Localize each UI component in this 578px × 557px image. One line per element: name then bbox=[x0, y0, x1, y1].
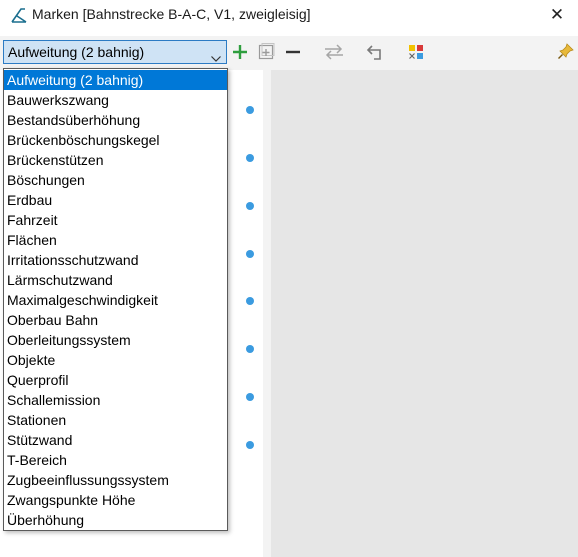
list-item[interactable]: Lärmschutzwand bbox=[4, 270, 227, 290]
undo-icon bbox=[366, 45, 381, 60]
window-title: Marken [Bahnstrecke B-A-C, V1, zweigleis… bbox=[32, 6, 311, 22]
marker-type-dropdown-list: Aufweitung (2 bahnig) Bauwerkszwang Best… bbox=[3, 68, 228, 531]
list-item[interactable]: Brückenböschungskegel bbox=[4, 130, 227, 150]
list-item[interactable]: Flächen bbox=[4, 230, 227, 250]
pin-button[interactable] bbox=[557, 42, 577, 62]
list-item[interactable]: Bauwerkszwang bbox=[4, 90, 227, 110]
remove-button[interactable] bbox=[283, 42, 303, 62]
add-icon bbox=[233, 45, 247, 59]
list-item[interactable]: Objekte bbox=[4, 350, 227, 370]
marker-type-combobox[interactable]: Aufweitung (2 bahnig) bbox=[3, 40, 227, 64]
add-button[interactable] bbox=[230, 42, 250, 62]
list-item-selected[interactable]: Aufweitung (2 bahnig) bbox=[4, 70, 227, 90]
pin-icon bbox=[558, 43, 574, 59]
marker-dot[interactable] bbox=[246, 297, 254, 305]
list-item[interactable]: Überhöhung bbox=[4, 510, 227, 530]
chevron-down-icon[interactable] bbox=[211, 49, 221, 67]
swap-button[interactable] bbox=[323, 42, 343, 62]
list-item[interactable]: Irritationsschutzwand bbox=[4, 250, 227, 270]
toolbar: Aufweitung (2 bahnig) bbox=[0, 36, 578, 70]
list-item[interactable]: Oberleitungssystem bbox=[4, 330, 227, 350]
panel-splitter[interactable] bbox=[263, 70, 271, 557]
undo-button[interactable] bbox=[365, 42, 385, 62]
list-item[interactable]: Maximalgeschwindigkeit bbox=[4, 290, 227, 310]
remove-icon bbox=[286, 50, 300, 54]
combobox-value: Aufweitung (2 bahnig) bbox=[8, 44, 145, 60]
marker-dot[interactable] bbox=[246, 154, 254, 162]
list-item[interactable]: Brückenstützen bbox=[4, 150, 227, 170]
list-item[interactable]: Böschungen bbox=[4, 170, 227, 190]
marker-dot[interactable] bbox=[246, 345, 254, 353]
add-box-icon bbox=[258, 43, 275, 60]
list-item[interactable]: Oberbau Bahn bbox=[4, 310, 227, 330]
close-button[interactable]: ✕ bbox=[546, 4, 568, 26]
list-item[interactable]: Querprofil bbox=[4, 370, 227, 390]
list-item[interactable]: Stützwand bbox=[4, 430, 227, 450]
marker-dot[interactable] bbox=[246, 441, 254, 449]
list-item[interactable]: Schallemission bbox=[4, 390, 227, 410]
marker-dot[interactable] bbox=[246, 202, 254, 210]
color-grid-icon bbox=[409, 45, 423, 59]
list-item[interactable]: Fahrzeit bbox=[4, 210, 227, 230]
list-item[interactable]: Stationen bbox=[4, 410, 227, 430]
close-icon: ✕ bbox=[549, 5, 565, 24]
list-item[interactable]: Zwangspunkte Höhe bbox=[4, 490, 227, 510]
marker-dot[interactable] bbox=[246, 250, 254, 258]
marker-dot[interactable] bbox=[246, 106, 254, 114]
app-logo-icon bbox=[11, 7, 27, 28]
marker-dot[interactable] bbox=[246, 393, 254, 401]
list-item[interactable]: Zugbeeinflussungssystem bbox=[4, 470, 227, 490]
swap-icon bbox=[325, 44, 343, 60]
color-grid-button[interactable] bbox=[406, 42, 426, 62]
main-canvas[interactable] bbox=[271, 70, 578, 557]
list-item[interactable]: Bestandsüberhöhung bbox=[4, 110, 227, 130]
list-item[interactable]: T-Bereich bbox=[4, 450, 227, 470]
add-box-button[interactable] bbox=[256, 42, 276, 62]
list-item[interactable]: Erdbau bbox=[4, 190, 227, 210]
title-bar: Marken [Bahnstrecke B-A-C, V1, zweigleis… bbox=[0, 0, 578, 32]
